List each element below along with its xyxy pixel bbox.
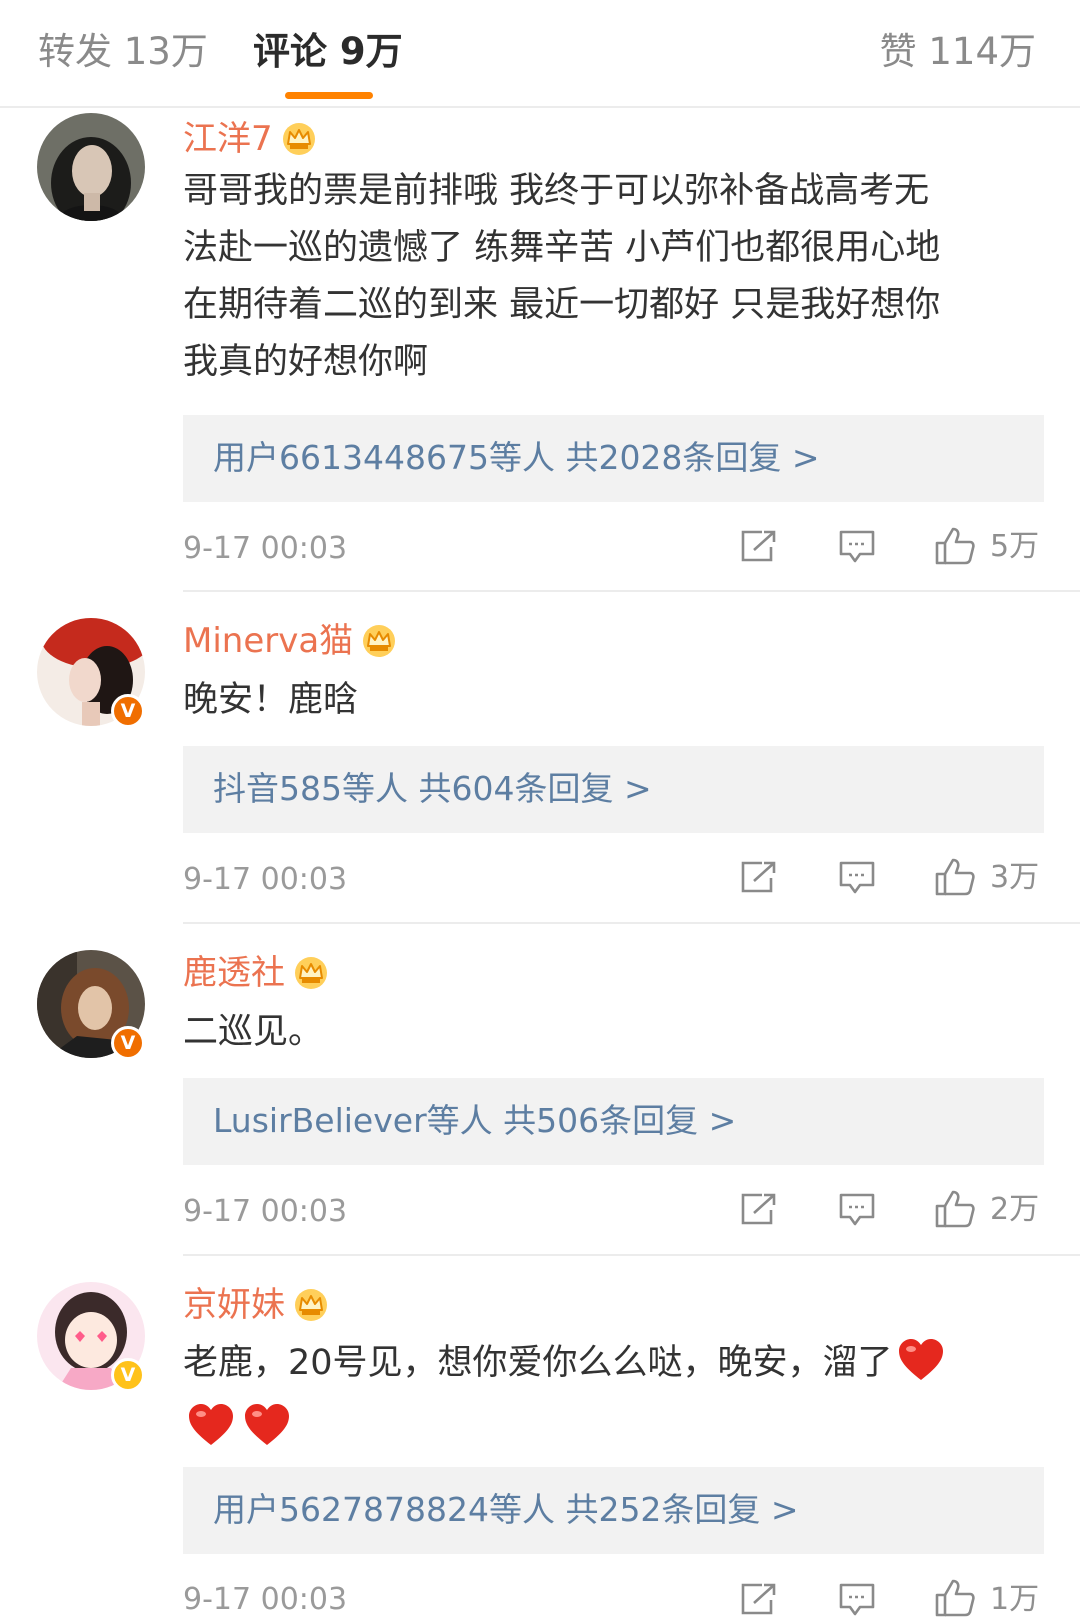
avatar[interactable] (37, 113, 145, 221)
username[interactable]: Minerva猫 (183, 619, 397, 669)
replies-preview[interactable]: LusirBeliever等人 共506条回复 > (183, 1078, 1044, 1165)
like-count: 3万 (990, 860, 1040, 895)
timestamp: 9-17 00:03 (183, 862, 348, 897)
comment-text: 二巡见。 (183, 1012, 324, 1052)
tab-repost[interactable]: 转发 13万 (38, 28, 208, 76)
crown-icon (281, 122, 317, 167)
tab-comments[interactable]: 评论 9万 (253, 28, 403, 76)
heart-emoji-icon (897, 1338, 945, 1400)
timestamp: 9-17 00:03 (183, 1582, 348, 1617)
verified-badge-icon: V (111, 1358, 145, 1392)
verified-badge-icon: V (111, 694, 145, 728)
replies-preview[interactable]: 用户5627878824等人 共252条回复 > (183, 1467, 1044, 1554)
comment-text: 哥哥我的票是前排哦 我终于可以弥补备战高考无 法赴一巡的遗憾了 练舞辛苦 小芦们… (183, 171, 941, 382)
username[interactable]: 鹿透社 (183, 951, 329, 1001)
crown-icon (361, 624, 397, 669)
share-icon[interactable] (740, 529, 778, 567)
share-icon[interactable] (740, 860, 778, 898)
timestamp: 9-17 00:03 (183, 531, 348, 566)
divider (183, 590, 1080, 592)
thumbs-up-icon[interactable] (934, 1189, 976, 1233)
tab-bar: 转发 13万 评论 9万 赞 114万 (0, 0, 1080, 108)
comment-icon[interactable] (838, 529, 876, 569)
replies-preview[interactable]: 抖音585等人 共604条回复 > (183, 746, 1044, 833)
comment-text: 老鹿，20号见，想你爱你么么哒，晚安，溜了 (183, 1335, 1033, 1465)
username[interactable]: 京妍妹 (183, 1283, 329, 1333)
verified-badge-icon: V (111, 1026, 145, 1060)
comment-text: 晚安！鹿晗 (183, 680, 359, 720)
share-icon[interactable] (740, 1192, 778, 1230)
active-tab-indicator (285, 92, 373, 99)
heart-emoji-icon (187, 1403, 235, 1465)
thumbs-up-icon[interactable] (934, 857, 976, 901)
timestamp: 9-17 00:03 (183, 1194, 348, 1229)
crown-icon (293, 1288, 329, 1333)
share-icon[interactable] (740, 1582, 778, 1620)
like-count: 1万 (990, 1582, 1040, 1617)
comment-icon[interactable] (838, 1582, 876, 1620)
tab-likes[interactable]: 赞 114万 (880, 28, 1036, 76)
comment-icon[interactable] (838, 1192, 876, 1232)
like-count: 5万 (990, 529, 1040, 564)
divider (183, 922, 1080, 924)
crown-icon (293, 956, 329, 1001)
thumbs-up-icon[interactable] (934, 1578, 976, 1620)
username[interactable]: 江洋7 (183, 117, 317, 167)
divider (183, 1254, 1080, 1256)
heart-emoji-icon (243, 1403, 291, 1465)
replies-preview[interactable]: 用户6613448675等人 共2028条回复 > (183, 415, 1044, 502)
thumbs-up-icon[interactable] (934, 526, 976, 570)
like-count: 2万 (990, 1192, 1040, 1227)
comment-icon[interactable] (838, 860, 876, 900)
